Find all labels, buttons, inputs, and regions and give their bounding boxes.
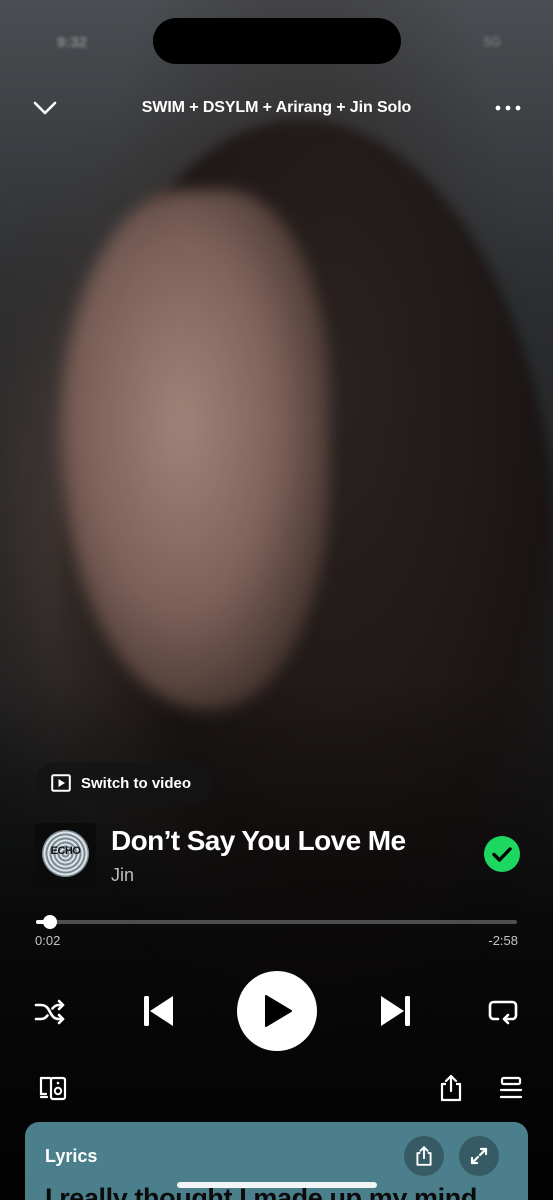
next-icon[interactable] — [376, 991, 414, 1031]
lyrics-card[interactable]: Lyrics I really thought I made up my min… — [25, 1122, 528, 1200]
share-icon — [416, 1146, 432, 1166]
lyrics-share-button[interactable] — [404, 1136, 444, 1176]
play-icon — [265, 995, 292, 1027]
progress-rail — [36, 920, 517, 924]
chevron-down-icon[interactable] — [30, 96, 60, 120]
lyrics-expand-button[interactable] — [459, 1136, 499, 1176]
play-button[interactable] — [237, 971, 317, 1051]
more-icon[interactable] — [493, 96, 523, 120]
video-icon — [51, 774, 71, 792]
progress-knob[interactable] — [42, 915, 57, 929]
track-title[interactable]: Don’t Say You Love Me — [111, 825, 406, 857]
remaining-time: -2:58 — [488, 933, 518, 948]
previous-icon[interactable] — [140, 991, 178, 1031]
check-circle-icon[interactable] — [484, 836, 520, 872]
elapsed-time: 0:02 — [35, 933, 61, 948]
home-indicator — [177, 1182, 377, 1188]
lyrics-label: Lyrics — [45, 1146, 98, 1166]
share-icon[interactable] — [436, 1073, 466, 1103]
playlist-title: SWIM + DSYLM + Arirang + Jin Solo — [141, 99, 412, 116]
switch-to-video-label: Switch to video — [81, 774, 192, 792]
dynamic-island — [153, 18, 401, 64]
devices-icon[interactable] — [38, 1073, 68, 1103]
queue-icon[interactable] — [496, 1073, 526, 1103]
album-cover[interactable]: ECHO — [35, 823, 96, 884]
progress-bar[interactable] — [36, 914, 517, 930]
expand-icon — [470, 1147, 488, 1165]
status-time: 9:32 — [57, 34, 88, 51]
track-artist[interactable]: Jin — [111, 865, 134, 886]
repeat-icon[interactable] — [486, 995, 520, 1027]
cover-text: ECHO — [50, 845, 81, 857]
track-info: ECHO Don’t Say You Love Me Jin — [35, 823, 520, 885]
switch-to-video-button[interactable]: Switch to video — [35, 762, 214, 804]
player-header: SWIM + DSYLM + Arirang + Jin Solo — [0, 88, 553, 128]
shuffle-icon[interactable] — [33, 996, 67, 1028]
status-signal: 5G — [483, 34, 501, 49]
